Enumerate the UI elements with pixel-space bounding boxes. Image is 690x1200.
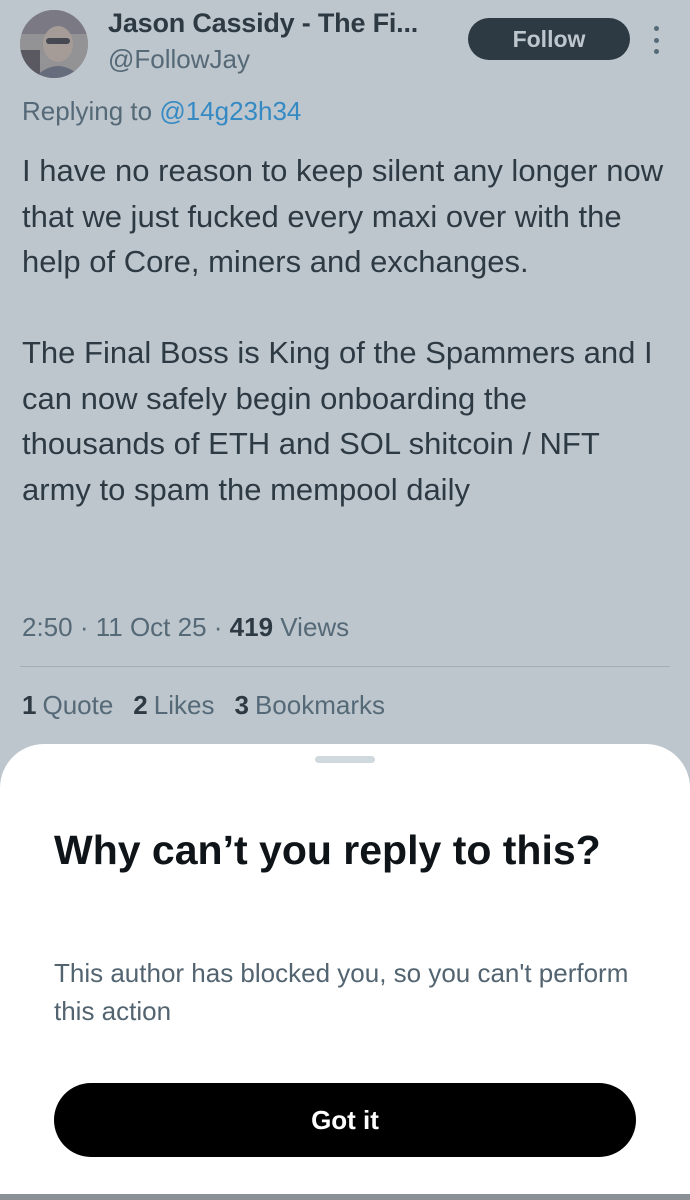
page: Jason Cassidy - The Fi... @FollowJay Fol… (0, 0, 690, 1200)
system-bottom-bar (0, 1194, 690, 1200)
got-it-button[interactable]: Got it (54, 1083, 636, 1157)
sheet-grabber-handle[interactable] (315, 756, 375, 763)
sheet-title: Why can’t you reply to this? (54, 827, 601, 873)
sheet-message: This author has blocked you, so you can'… (54, 958, 629, 1026)
bottom-sheet: Why can’t you reply to this? This author… (0, 744, 690, 1196)
